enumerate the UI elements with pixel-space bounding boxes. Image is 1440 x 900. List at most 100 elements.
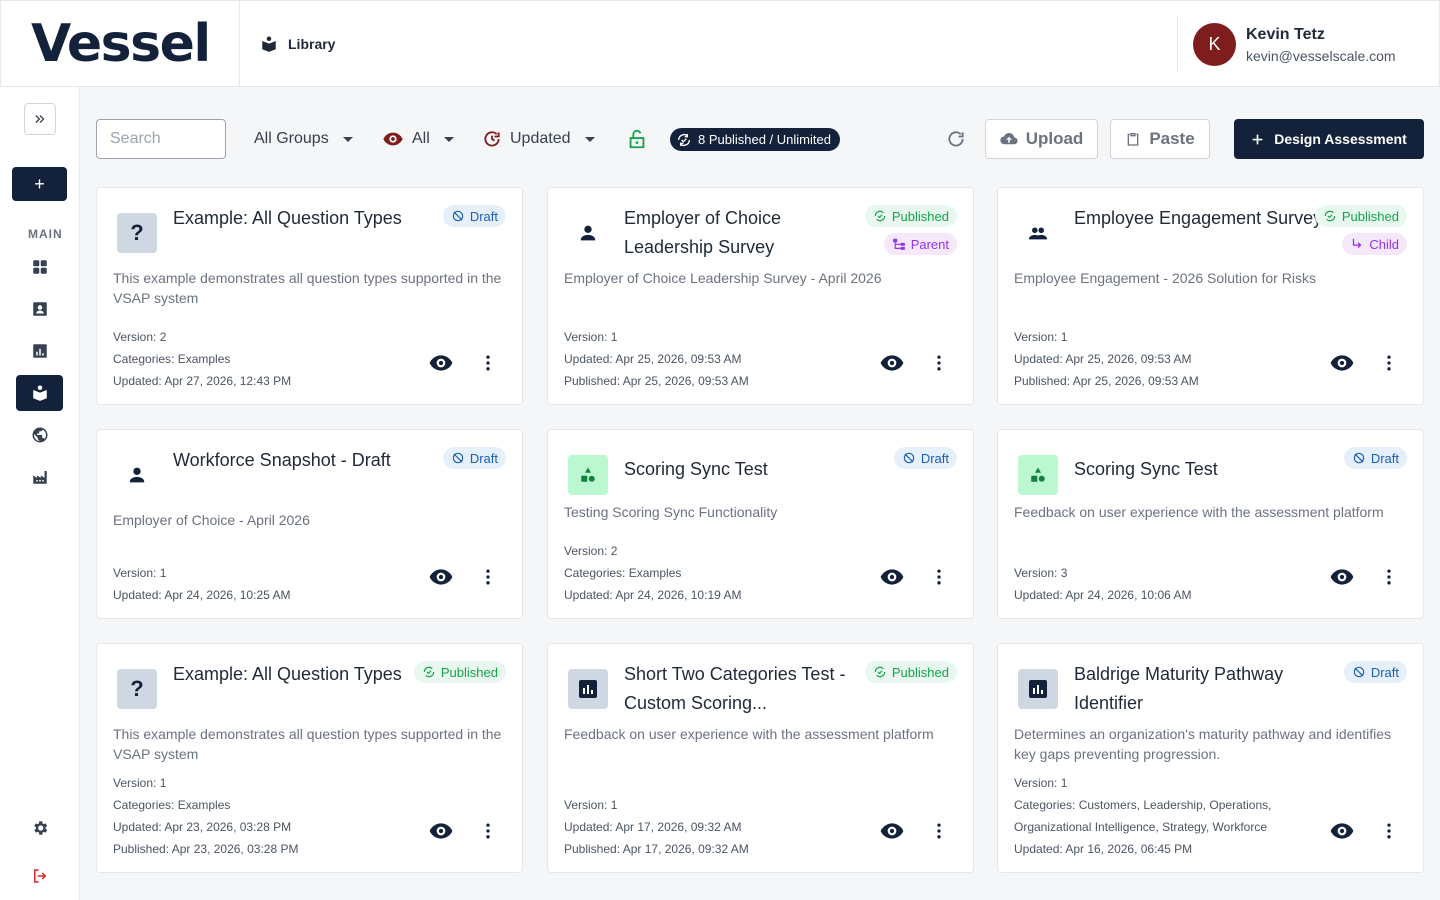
sidebar-item-logout[interactable]	[16, 858, 63, 894]
sort-dropdown[interactable]: Updated	[482, 119, 595, 159]
sidebar-item-contacts[interactable]	[16, 291, 63, 327]
eye-icon[interactable]	[428, 350, 454, 376]
more-vertical-icon[interactable]	[1379, 353, 1399, 373]
more-vertical-icon[interactable]	[478, 567, 498, 587]
group-icon	[1018, 213, 1058, 253]
card-actions	[879, 350, 949, 376]
card-description: This example demonstrates all question t…	[113, 726, 502, 762]
eye-icon[interactable]	[879, 818, 905, 844]
assessment-card[interactable]: ? Example: All Question Types Published Thi…	[96, 643, 523, 873]
more-vertical-icon[interactable]	[478, 353, 498, 373]
status-badge-label: Draft	[469, 450, 498, 466]
sidebar-expand-button[interactable]	[24, 103, 56, 135]
card-meta: Version: 2 Categories: Examples Updated: A…	[113, 326, 412, 392]
paste-button[interactable]: Paste	[1110, 119, 1210, 159]
sidebar-item-organizations[interactable]	[16, 459, 63, 495]
card-actions	[428, 564, 498, 590]
card-meta-line: Version: 1	[1014, 330, 1068, 344]
sidebar-item-reports[interactable]	[16, 333, 63, 369]
vessel-logo[interactable]: Vessel	[1, 1, 240, 86]
upload-button-label: Upload	[1025, 129, 1084, 148]
status-badge: Parent	[883, 233, 957, 255]
status-badge: Published	[864, 205, 957, 227]
status-badge: Draft	[893, 447, 957, 469]
assessment-card[interactable]: ? Example: All Question Types Draft This ex…	[96, 187, 523, 405]
eye-icon[interactable]	[1329, 350, 1355, 376]
eye-icon[interactable]	[879, 564, 905, 590]
plus-icon	[1252, 134, 1263, 144]
bar-chart-icon	[568, 669, 608, 709]
card-title[interactable]: Scoring Sync Test	[1074, 455, 1324, 484]
card-title[interactable]: Baldrige Maturity Pathway Identifier	[1074, 660, 1324, 718]
card-title[interactable]: Scoring Sync Test	[624, 455, 874, 484]
unpublished-icon	[452, 210, 464, 222]
user-menu[interactable]: K Kevin Tetz kevin@vesselscale.com	[1177, 17, 1439, 72]
card-meta: Version: 1 Updated: Apr 25, 2026, 09:53 A…	[564, 326, 863, 392]
status-badge-label: Published	[1341, 208, 1399, 224]
shapes-icon	[568, 455, 608, 495]
card-title[interactable]: Employee Engagement Survey	[1074, 204, 1324, 233]
sidebar-item-library[interactable]	[16, 375, 63, 411]
status-badge-label: Published	[440, 664, 498, 680]
eye-icon[interactable]	[428, 818, 454, 844]
sidebar-item-settings[interactable]	[16, 810, 63, 846]
card-meta: Version: 1 Categories: Customers, Leaders…	[1014, 772, 1313, 860]
breadcrumb-label: Library	[288, 35, 336, 52]
person-icon	[568, 213, 608, 253]
assessment-card[interactable]: Short Two Categories Test - Custom Scori…	[547, 643, 974, 873]
card-title[interactable]: Short Two Categories Test - Custom Scori…	[624, 660, 874, 718]
sidebar-item-web[interactable]	[16, 417, 63, 453]
eye-icon[interactable]	[879, 350, 905, 376]
assessment-card[interactable]: Workforce Snapshot - Draft Draft Employer …	[96, 429, 523, 619]
eye-icon[interactable]	[1329, 818, 1355, 844]
search-input[interactable]	[96, 119, 226, 159]
more-vertical-icon[interactable]	[929, 353, 949, 373]
card-badges: Published	[413, 661, 506, 683]
library-toolbar: All Groups All Updated 8 Published / Unl…	[80, 87, 1440, 187]
card-title[interactable]: Example: All Question Types	[173, 204, 423, 233]
subdirectory-arrow-icon	[1353, 238, 1362, 248]
caret-down-icon	[342, 136, 353, 142]
more-vertical-icon[interactable]	[929, 821, 949, 841]
eye-icon[interactable]	[1329, 564, 1355, 590]
chevron-double-right-icon	[35, 115, 45, 123]
question-icon: ?	[117, 213, 157, 253]
more-vertical-icon[interactable]	[929, 567, 949, 587]
assessment-card[interactable]: Scoring Sync Test Draft Feedback on user e…	[997, 429, 1424, 619]
caret-down-icon	[443, 136, 454, 142]
groups-dropdown[interactable]: All Groups	[254, 119, 353, 159]
card-meta-line: Version: 3	[1014, 566, 1068, 580]
card-meta-line: Version: 1	[113, 776, 167, 790]
more-vertical-icon[interactable]	[1379, 567, 1399, 587]
visibility-dropdown[interactable]: All	[382, 119, 454, 159]
eye-icon[interactable]	[428, 564, 454, 590]
bar-chart-icon	[32, 344, 47, 358]
lock-toggle[interactable]	[626, 119, 648, 159]
refresh-icon	[948, 131, 964, 147]
design-assessment-button[interactable]: Design Assessment	[1234, 119, 1424, 159]
sidebar-section-label: MAIN	[28, 227, 63, 241]
card-title[interactable]: Workforce Snapshot - Draft	[173, 446, 423, 475]
card-meta-line: Categories: Examples	[564, 566, 682, 580]
more-vertical-icon[interactable]	[478, 821, 498, 841]
groups-dropdown-label: All Groups	[254, 130, 329, 147]
assessment-card[interactable]: Employer of Choice Leadership Survey Publ…	[547, 187, 974, 405]
upload-button[interactable]: Upload	[985, 119, 1098, 159]
card-title[interactable]: Employer of Choice Leadership Survey	[624, 204, 874, 262]
assessment-card[interactable]: Employee Engagement Survey Published Child…	[997, 187, 1424, 405]
card-meta: Version: 1 Categories: Examples Updated: A…	[113, 772, 412, 860]
app-header: Vessel Library K Kevin Tetz kevin@vessel…	[0, 0, 1440, 87]
sidebar-item-dashboard[interactable]	[16, 249, 63, 285]
assessment-card[interactable]: Baldrige Maturity Pathway Identifier Draf…	[997, 643, 1424, 873]
more-vertical-icon[interactable]	[1379, 821, 1399, 841]
published-icon	[1324, 210, 1336, 222]
history-icon	[484, 131, 500, 147]
card-meta-line: Version: 1	[1014, 776, 1068, 790]
sidebar-add-button[interactable]: +	[12, 167, 67, 201]
assessment-card[interactable]: Scoring Sync Test Draft Testing Scoring Sy…	[547, 429, 974, 619]
breadcrumb[interactable]: Library	[240, 35, 335, 53]
refresh-button[interactable]	[946, 119, 966, 159]
status-badge: Draft	[442, 205, 506, 227]
card-title[interactable]: Example: All Question Types	[173, 660, 423, 689]
card-actions	[1329, 818, 1399, 844]
